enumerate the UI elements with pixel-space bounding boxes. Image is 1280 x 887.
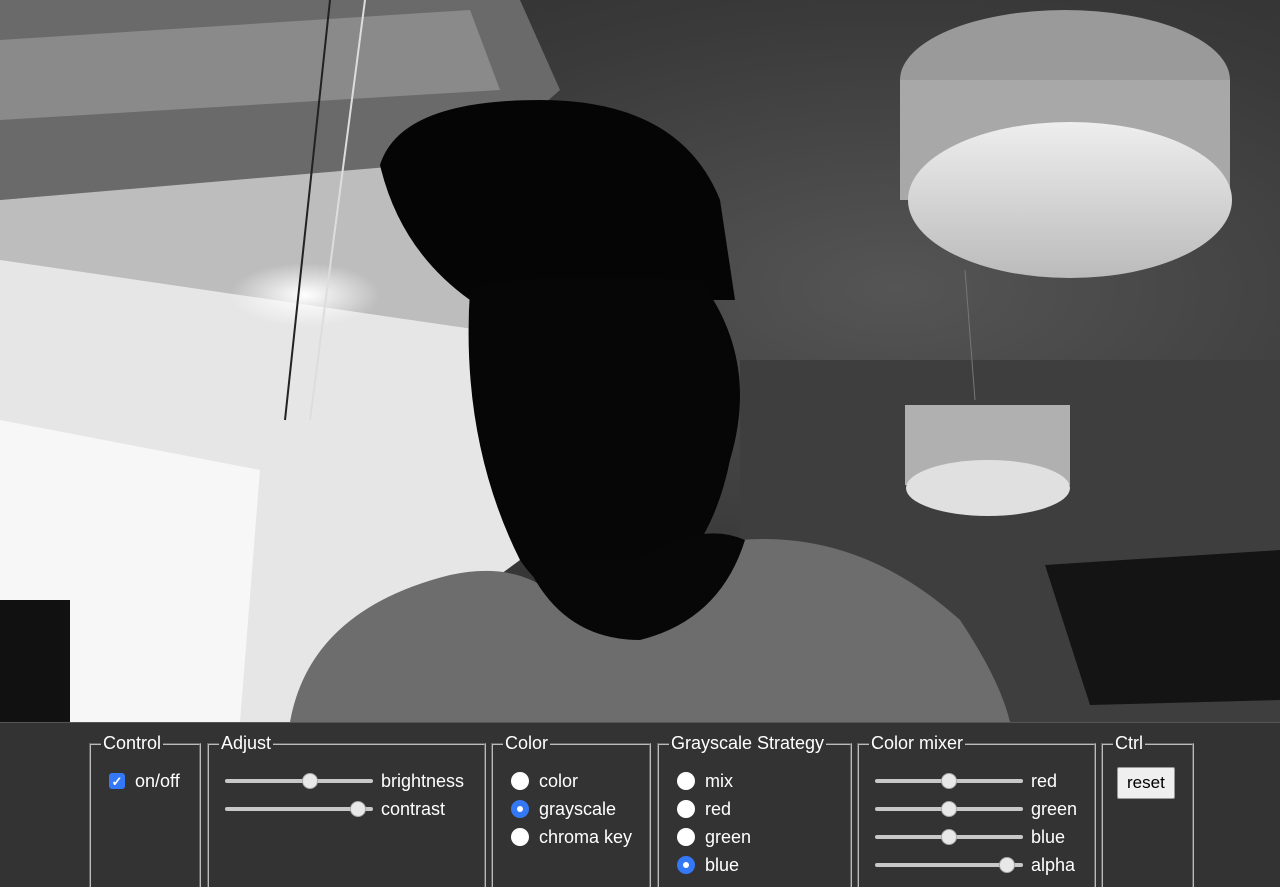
color-option-label: color bbox=[539, 770, 579, 791]
mixer-blue-label: blue bbox=[1031, 826, 1066, 847]
adjust-group: Adjust brightness contrast bbox=[207, 733, 486, 887]
strategy-red-option[interactable]: red bbox=[677, 795, 751, 823]
slider-thumb[interactable] bbox=[999, 857, 1016, 873]
adjust-legend: Adjust bbox=[219, 733, 274, 754]
mix-label: mix bbox=[705, 770, 733, 791]
contrast-slider[interactable] bbox=[225, 800, 373, 818]
mix-radio[interactable] bbox=[677, 772, 695, 790]
slider-thumb[interactable] bbox=[350, 801, 367, 817]
slider-thumb[interactable] bbox=[941, 773, 957, 789]
color-option[interactable]: color bbox=[511, 767, 632, 795]
slider-thumb[interactable] bbox=[941, 801, 957, 817]
mixer-blue-slider[interactable] bbox=[875, 828, 1023, 846]
color-group: Color color grayscale chroma key bbox=[491, 733, 651, 887]
mixer-red-slider[interactable] bbox=[875, 772, 1023, 790]
red-radio[interactable] bbox=[677, 800, 695, 818]
grayscale-radio[interactable] bbox=[511, 800, 529, 818]
mixer-alpha-label: alpha bbox=[1031, 854, 1076, 875]
ctrl-group: Ctrl reset bbox=[1101, 733, 1194, 887]
brightness-label: brightness bbox=[381, 770, 465, 791]
grayscale-strategy-group: Grayscale Strategy mix red green blue bbox=[657, 733, 852, 887]
onoff-checkbox[interactable]: ✓ bbox=[109, 773, 125, 789]
ctrl-legend: Ctrl bbox=[1113, 733, 1145, 754]
brightness-slider[interactable] bbox=[225, 772, 373, 790]
grayscale-strategy-legend: Grayscale Strategy bbox=[669, 733, 827, 754]
color-mixer-group: Color mixer red green blue alpha bbox=[857, 733, 1096, 887]
mixer-green-label: green bbox=[1031, 798, 1078, 819]
mixer-alpha-slider[interactable] bbox=[875, 856, 1023, 874]
control-legend: Control bbox=[101, 733, 164, 754]
reset-button[interactable]: reset bbox=[1117, 767, 1175, 799]
grayscale-option-label: grayscale bbox=[539, 798, 617, 819]
mixer-red-row: red bbox=[875, 767, 1077, 795]
control-group: Control ✓ on/off bbox=[89, 733, 201, 887]
chroma-key-option-label: chroma key bbox=[539, 826, 633, 847]
color-mixer-legend: Color mixer bbox=[869, 733, 966, 754]
lamp-large bbox=[900, 10, 1232, 278]
video-preview bbox=[0, 0, 1280, 722]
grayscale-option[interactable]: grayscale bbox=[511, 795, 632, 823]
control-panel: Control ✓ on/off Adjust brightness contr… bbox=[0, 722, 1280, 887]
mixer-green-row: green bbox=[875, 795, 1077, 823]
color-legend: Color bbox=[503, 733, 551, 754]
red-label: red bbox=[705, 798, 732, 819]
video-frame bbox=[0, 0, 1280, 722]
green-label: green bbox=[705, 826, 752, 847]
blue-radio[interactable] bbox=[677, 856, 695, 874]
strategy-green-option[interactable]: green bbox=[677, 823, 751, 851]
contrast-row: contrast bbox=[225, 795, 464, 823]
contrast-label: contrast bbox=[381, 798, 446, 819]
blue-label: blue bbox=[705, 854, 740, 875]
chroma-key-radio[interactable] bbox=[511, 828, 529, 846]
onoff-row[interactable]: ✓ on/off bbox=[109, 767, 180, 795]
mixer-alpha-row: alpha bbox=[875, 851, 1077, 879]
slider-thumb[interactable] bbox=[301, 773, 318, 789]
slider-thumb[interactable] bbox=[941, 829, 957, 845]
brightness-row: brightness bbox=[225, 767, 464, 795]
mixer-green-slider[interactable] bbox=[875, 800, 1023, 818]
mixer-red-label: red bbox=[1031, 770, 1058, 791]
chroma-key-option[interactable]: chroma key bbox=[511, 823, 632, 851]
green-radio[interactable] bbox=[677, 828, 695, 846]
strategy-mix-option[interactable]: mix bbox=[677, 767, 751, 795]
color-radio[interactable] bbox=[511, 772, 529, 790]
strategy-blue-option[interactable]: blue bbox=[677, 851, 751, 879]
mixer-blue-row: blue bbox=[875, 823, 1077, 851]
lamp-small bbox=[905, 405, 1070, 516]
onoff-label: on/off bbox=[135, 770, 180, 791]
